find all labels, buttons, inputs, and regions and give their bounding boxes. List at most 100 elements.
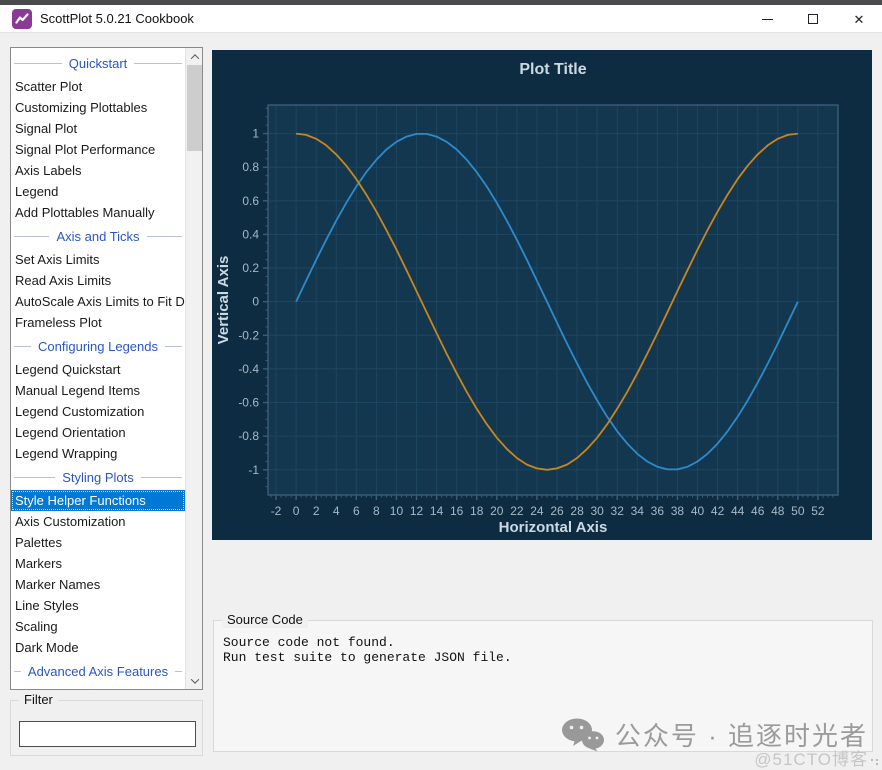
plot-title: Plot Title bbox=[519, 61, 586, 78]
y-tick-label: 0.2 bbox=[242, 261, 259, 275]
plot-canvas[interactable]: -2 0 2 4 6 8 10 12 14 16 18 20 22 24 26 28 30 32 34 36 38 40 4… bbox=[212, 50, 872, 540]
x-tick-label: 48 bbox=[771, 504, 785, 518]
sidebar-item-markers[interactable]: Markers bbox=[11, 553, 185, 574]
sidebar-item-dark-mode[interactable]: Dark Mode bbox=[11, 637, 185, 658]
section-label: Advanced Axis Features bbox=[27, 663, 169, 679]
section-label: Configuring Legends bbox=[38, 338, 158, 354]
sidebar-item-legend-wrapping[interactable]: Legend Wrapping bbox=[11, 443, 185, 464]
source-code-textbox[interactable]: Source code not found. Run test suite to… bbox=[223, 635, 863, 665]
x-tick-label: 44 bbox=[731, 504, 745, 518]
list-scrollbar[interactable] bbox=[185, 48, 202, 689]
section-divider-line bbox=[134, 62, 183, 64]
section-divider-line bbox=[165, 345, 183, 347]
sidebar-item-signal-plot-performance[interactable]: Signal Plot Performance bbox=[11, 139, 185, 160]
sidebar-item-frameless-plot[interactable]: Frameless Plot bbox=[11, 312, 185, 333]
x-axis-label: Horizontal Axis bbox=[499, 519, 608, 536]
chart-line-glyph bbox=[15, 12, 29, 24]
x-tick-label: 22 bbox=[510, 504, 524, 518]
y-axis-label: Vertical Axis bbox=[215, 256, 232, 345]
recipe-list-items: Quickstart Scatter Plot Customizing Plotta… bbox=[11, 48, 185, 689]
sidebar-section-configuring-legends[interactable]: Configuring Legends bbox=[11, 333, 185, 359]
y-tick-label: -0.4 bbox=[238, 362, 259, 376]
sidebar-section-advanced-axis-features[interactable]: Advanced Axis Features bbox=[11, 658, 185, 684]
y-tick-label: -0.2 bbox=[238, 328, 259, 342]
filter-groupbox: Filter bbox=[10, 692, 203, 756]
maximize-button[interactable] bbox=[790, 5, 836, 33]
scrollbar-down-button[interactable] bbox=[186, 672, 202, 689]
x-tick-label: 32 bbox=[611, 504, 625, 518]
x-tick-label: 52 bbox=[811, 504, 825, 518]
sidebar-item-scaling[interactable]: Scaling bbox=[11, 616, 185, 637]
sidebar-item-legend-orientation[interactable]: Legend Orientation bbox=[11, 422, 185, 443]
sidebar-item-manual-legend-items[interactable]: Manual Legend Items bbox=[11, 380, 185, 401]
source-code-line: Source code not found. bbox=[223, 635, 395, 650]
x-tick-label: 38 bbox=[671, 504, 685, 518]
x-tick-label: 28 bbox=[570, 504, 584, 518]
scrollbar-thumb[interactable] bbox=[187, 65, 202, 151]
sidebar-section-styling-plots[interactable]: Styling Plots bbox=[11, 464, 185, 490]
x-tick-label: 4 bbox=[333, 504, 340, 518]
y-tick-label: 0.8 bbox=[242, 160, 259, 174]
x-tick-label: 36 bbox=[651, 504, 665, 518]
sidebar-item-set-axis-limits[interactable]: Set Axis Limits bbox=[11, 249, 185, 270]
sidebar-item-axis-labels[interactable]: Axis Labels bbox=[11, 160, 185, 181]
sidebar-item-autoscale-axis-limits-to-fit-data[interactable]: AutoScale Axis Limits to Fit Data bbox=[11, 291, 185, 312]
x-tick-label: 30 bbox=[590, 504, 604, 518]
section-label: Axis and Ticks bbox=[56, 228, 140, 244]
y-tick-label: -1 bbox=[248, 463, 259, 477]
x-tick-label: 14 bbox=[430, 504, 444, 518]
minimize-button[interactable] bbox=[744, 5, 790, 33]
section-label: Quickstart bbox=[68, 55, 128, 71]
maximize-icon bbox=[808, 14, 818, 24]
chevron-down-icon bbox=[190, 674, 199, 684]
sidebar-item-signal-plot[interactable]: Signal Plot bbox=[11, 118, 185, 139]
filter-group-label: Filter bbox=[19, 692, 58, 708]
x-tick-label: 8 bbox=[373, 504, 380, 518]
section-divider-line bbox=[14, 476, 56, 478]
scrollbar-up-button[interactable] bbox=[186, 48, 202, 65]
y-tick-label: 0.4 bbox=[242, 227, 259, 241]
source-code-groupbox: Source Code Source code not found. Run t… bbox=[213, 612, 873, 752]
sidebar-item-legend-quickstart[interactable]: Legend Quickstart bbox=[11, 359, 185, 380]
y-tick-label: 1 bbox=[252, 127, 259, 141]
x-tick-label: 6 bbox=[353, 504, 360, 518]
y-tick-label: -0.8 bbox=[238, 429, 259, 443]
sidebar-item-inverted-axis[interactable]: Inverted Axis bbox=[11, 684, 185, 689]
sidebar-item-scatter-plot[interactable]: Scatter Plot bbox=[11, 76, 185, 97]
sidebar-item-palettes[interactable]: Palettes bbox=[11, 532, 185, 553]
sidebar-item-legend[interactable]: Legend bbox=[11, 181, 185, 202]
sidebar-item-marker-names[interactable]: Marker Names bbox=[11, 574, 185, 595]
sidebar-item-customizing-plottables[interactable]: Customizing Plottables bbox=[11, 97, 185, 118]
sidebar-item-style-helper-functions[interactable]: Style Helper Functions bbox=[11, 490, 185, 511]
x-tick-label: 0 bbox=[293, 504, 300, 518]
sidebar-item-axis-customization[interactable]: Axis Customization bbox=[11, 511, 185, 532]
x-tick-label: 12 bbox=[410, 504, 424, 518]
recipe-listbox: Quickstart Scatter Plot Customizing Plotta… bbox=[10, 47, 203, 690]
sidebar-item-read-axis-limits[interactable]: Read Axis Limits bbox=[11, 270, 185, 291]
resize-grip-dots bbox=[870, 758, 880, 766]
sidebar-section-axis-and-ticks[interactable]: Axis and Ticks bbox=[11, 223, 185, 249]
titlebar: ScottPlot 5.0.21 Cookbook ✕ bbox=[0, 5, 882, 33]
x-tick-label: 40 bbox=[691, 504, 705, 518]
sidebar-item-legend-customization[interactable]: Legend Customization bbox=[11, 401, 185, 422]
filter-input[interactable] bbox=[19, 721, 196, 747]
x-tick-label: 20 bbox=[490, 504, 504, 518]
sidebar-item-add-plottables-manually[interactable]: Add Plottables Manually bbox=[11, 202, 185, 223]
close-button[interactable]: ✕ bbox=[836, 5, 882, 33]
x-tick-label: 26 bbox=[550, 504, 564, 518]
section-divider-line bbox=[146, 235, 182, 237]
source-code-group-label: Source Code bbox=[222, 612, 308, 628]
x-tick-label: 18 bbox=[470, 504, 484, 518]
x-tick-label: 24 bbox=[530, 504, 544, 518]
section-divider-line bbox=[14, 235, 50, 237]
y-tick-label: 0 bbox=[252, 295, 259, 309]
y-tick-label: -0.6 bbox=[238, 396, 259, 410]
x-tick-label: 16 bbox=[450, 504, 464, 518]
scottplot-logo-icon bbox=[12, 8, 32, 29]
section-divider-line bbox=[140, 476, 183, 478]
sidebar-section-quickstart[interactable]: Quickstart bbox=[11, 50, 185, 76]
close-icon: ✕ bbox=[853, 11, 865, 27]
minimize-icon bbox=[761, 18, 773, 20]
sidebar-item-line-styles[interactable]: Line Styles bbox=[11, 595, 185, 616]
x-tick-label: 34 bbox=[631, 504, 645, 518]
